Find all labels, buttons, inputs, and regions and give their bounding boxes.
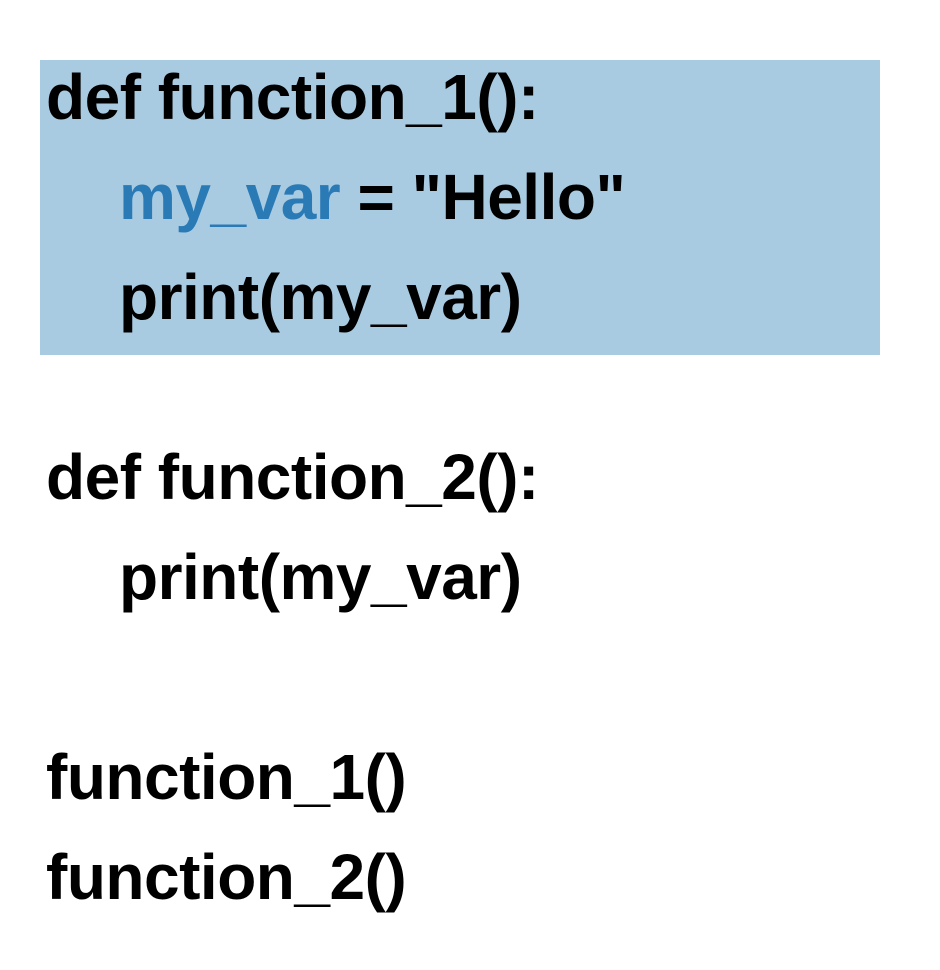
variable-assignment-line: my_var = "Hello" [119,165,626,229]
function-2-call: function_2() [46,841,407,913]
function-1-call: function_1() [46,741,407,813]
function-2-definition: def function_2(): [46,441,539,513]
function-2-print-statement: print(my_var) [119,541,522,613]
function-1-print-statement: print(my_var) [119,261,522,333]
function-1-definition: def function_1(): [46,61,539,133]
assignment-value: = "Hello" [340,161,626,233]
variable-name-highlighted: my_var [119,161,341,233]
